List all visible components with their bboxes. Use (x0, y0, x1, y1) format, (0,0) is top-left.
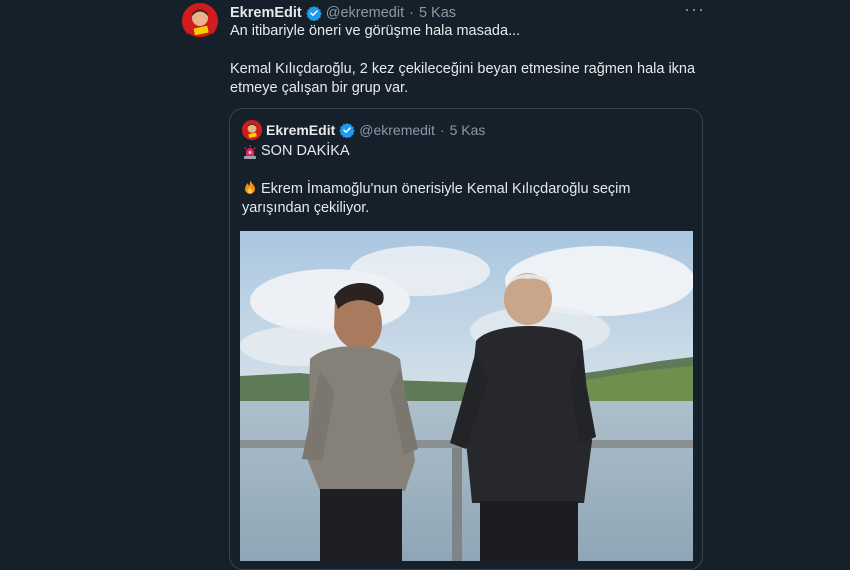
quoted-photo[interactable] (240, 231, 693, 561)
verified-badge-icon (306, 5, 322, 22)
quoted-avatar[interactable] (242, 120, 262, 140)
tweet-text-line1: An itibariyle öneri ve görüşme hala masa… (230, 23, 521, 39)
quoted-verified-badge-icon (339, 122, 355, 139)
quoted-separator: · (439, 122, 445, 138)
avatar[interactable] (182, 3, 218, 39)
timestamp[interactable]: 5 Kas (419, 5, 456, 21)
separator: · (409, 5, 414, 21)
quoted-tweet[interactable]: EkremEdit @ekremedit · 5 Kas SON DAKİKA … (229, 108, 703, 570)
quoted-timestamp[interactable]: 5 Kas (450, 122, 486, 138)
quoted-handle[interactable]: @ekremedit (359, 122, 435, 138)
tweet-text-line2: Kemal Kılıçdaroğlu, 2 kez çekileceğini b… (230, 61, 696, 96)
fire-icon (242, 179, 258, 195)
display-name[interactable]: EkremEdit (230, 5, 302, 21)
breaking-news-label: SON DAKİKA (261, 143, 350, 159)
quoted-display-name[interactable]: EkremEdit (266, 122, 335, 138)
more-options-icon[interactable]: ··· (684, 0, 704, 20)
breaking-news-line: SON DAKİKA (242, 142, 694, 161)
tweet[interactable]: EkremEdit @ekremedit · 5 Kas ··· An itib… (0, 0, 850, 570)
siren-icon (242, 144, 258, 160)
quoted-body-text: Ekrem İmamoğlu'nun önerisiyle Kemal Kılı… (242, 181, 631, 216)
quoted-header: EkremEdit @ekremedit · 5 Kas (242, 120, 485, 140)
quoted-body: Ekrem İmamoğlu'nun önerisiyle Kemal Kılı… (242, 179, 694, 218)
handle[interactable]: @ekremedit (326, 5, 404, 21)
tweet-header: EkremEdit @ekremedit · 5 Kas (230, 3, 456, 23)
